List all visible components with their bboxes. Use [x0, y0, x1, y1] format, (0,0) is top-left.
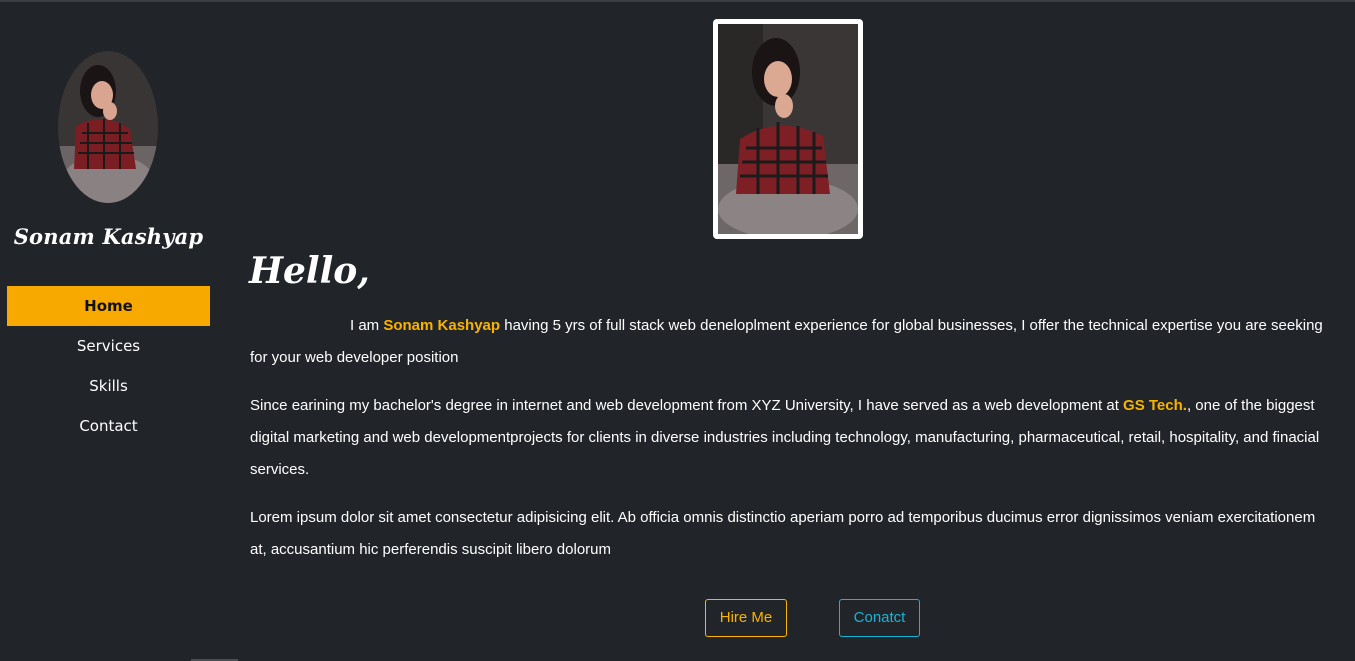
- sidebar: Sonam Kashyap Home Services Skills Conta…: [0, 2, 217, 661]
- highlight-company: GS Tech.: [1123, 397, 1187, 414]
- contact-button[interactable]: Conatct: [839, 599, 920, 637]
- avatar: [58, 51, 158, 203]
- nav-contact[interactable]: Contact: [7, 406, 210, 446]
- lorem-paragraph: Lorem ipsum dolor sit amet consectetur a…: [250, 509, 1316, 558]
- intro-paragraph: I am Sonam Kashyap having 5 yrs of full …: [250, 310, 1325, 374]
- nav-skills[interactable]: Skills: [7, 366, 210, 406]
- experience-paragraph: Since earining my bachelor's degree in i…: [250, 390, 1325, 486]
- profile-photo: [713, 19, 863, 239]
- greeting-heading: Hello,: [249, 250, 370, 292]
- experience-text-start: Since earining my bachelor's degree in i…: [250, 397, 1124, 414]
- main-nav: Home Services Skills Contact: [7, 286, 210, 446]
- profile-name: Sonam Kashyap: [13, 224, 204, 249]
- hire-me-button[interactable]: Hire Me: [705, 599, 787, 637]
- about-content: I am Sonam Kashyap having 5 yrs of full …: [250, 310, 1325, 582]
- nav-home[interactable]: Home: [7, 286, 210, 326]
- highlight-name: Sonam Kashyap: [383, 317, 501, 334]
- intro-text-start: I am: [350, 317, 384, 334]
- avatar-photo: [58, 51, 158, 203]
- nav-services[interactable]: Services: [7, 326, 210, 366]
- profile-photo-image: [718, 24, 858, 234]
